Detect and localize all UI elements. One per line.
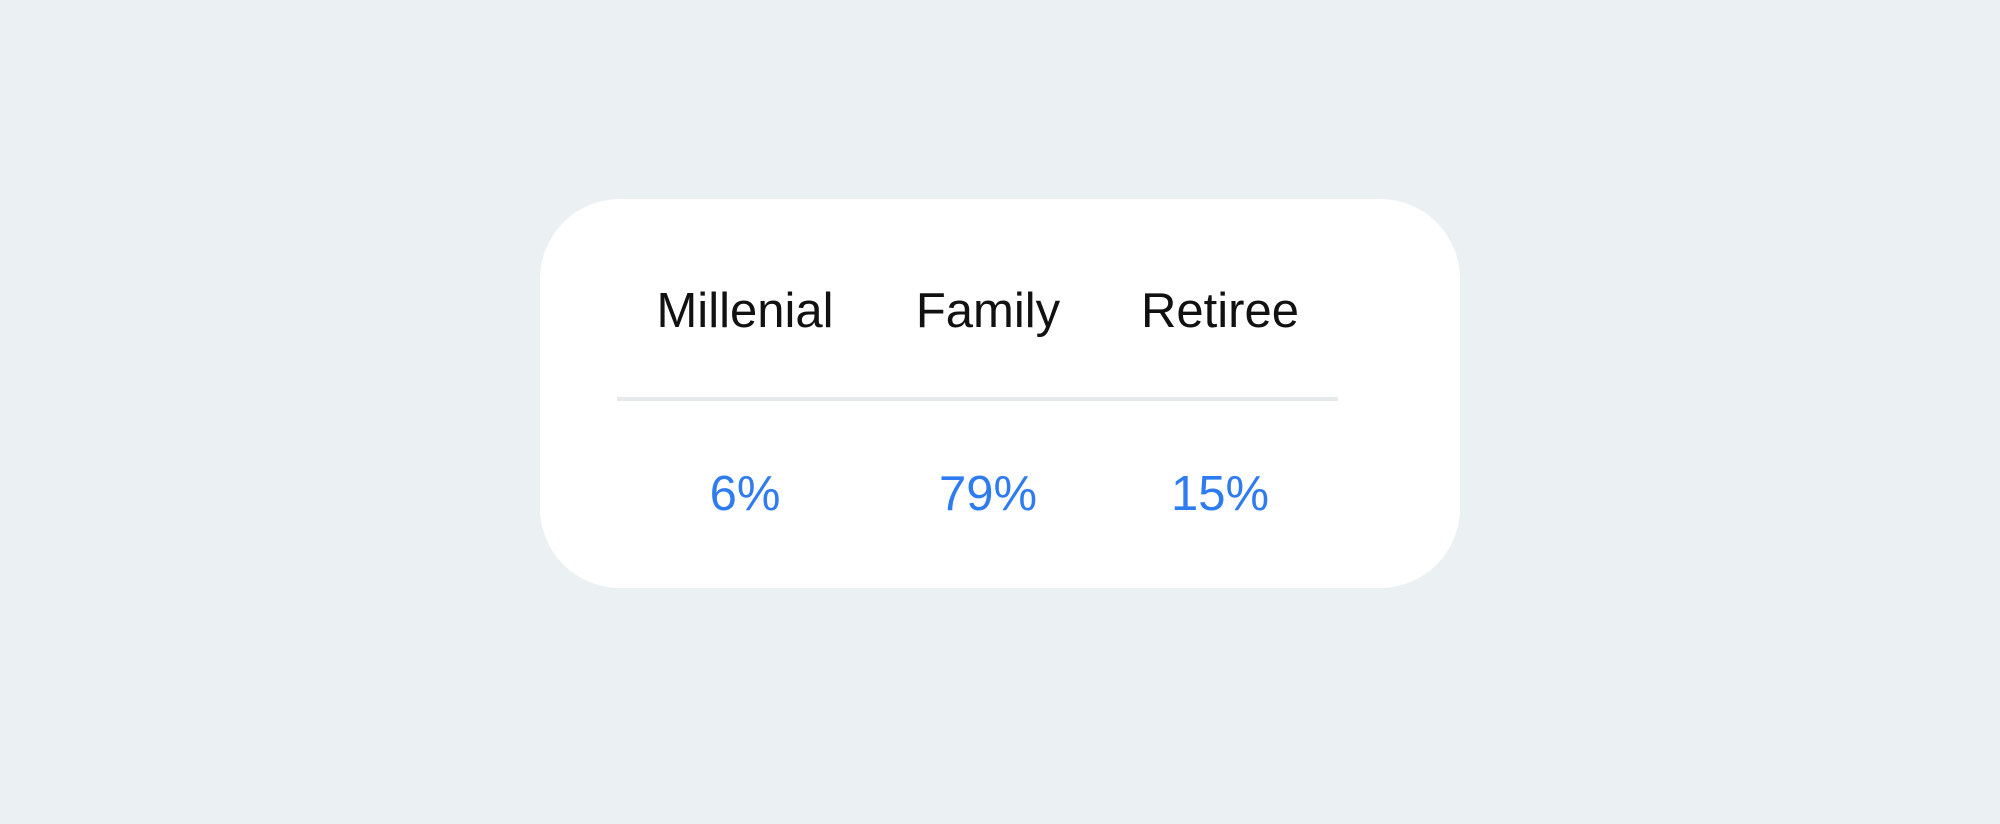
header-family: Family [915,284,1061,338]
divider [617,397,1338,401]
value-family: 79% [938,467,1038,521]
value-millenial: 6% [709,467,781,521]
header-millenial: Millenial [656,284,834,338]
distribution-card: Millenial Family Retiree 6% 79% 15% [540,199,1460,588]
header-row: Millenial Family Retiree [540,281,1460,341]
header-retiree: Retiree [1141,284,1299,338]
values-row: 6% 79% 15% [540,465,1460,523]
value-retiree: 15% [1170,467,1270,521]
